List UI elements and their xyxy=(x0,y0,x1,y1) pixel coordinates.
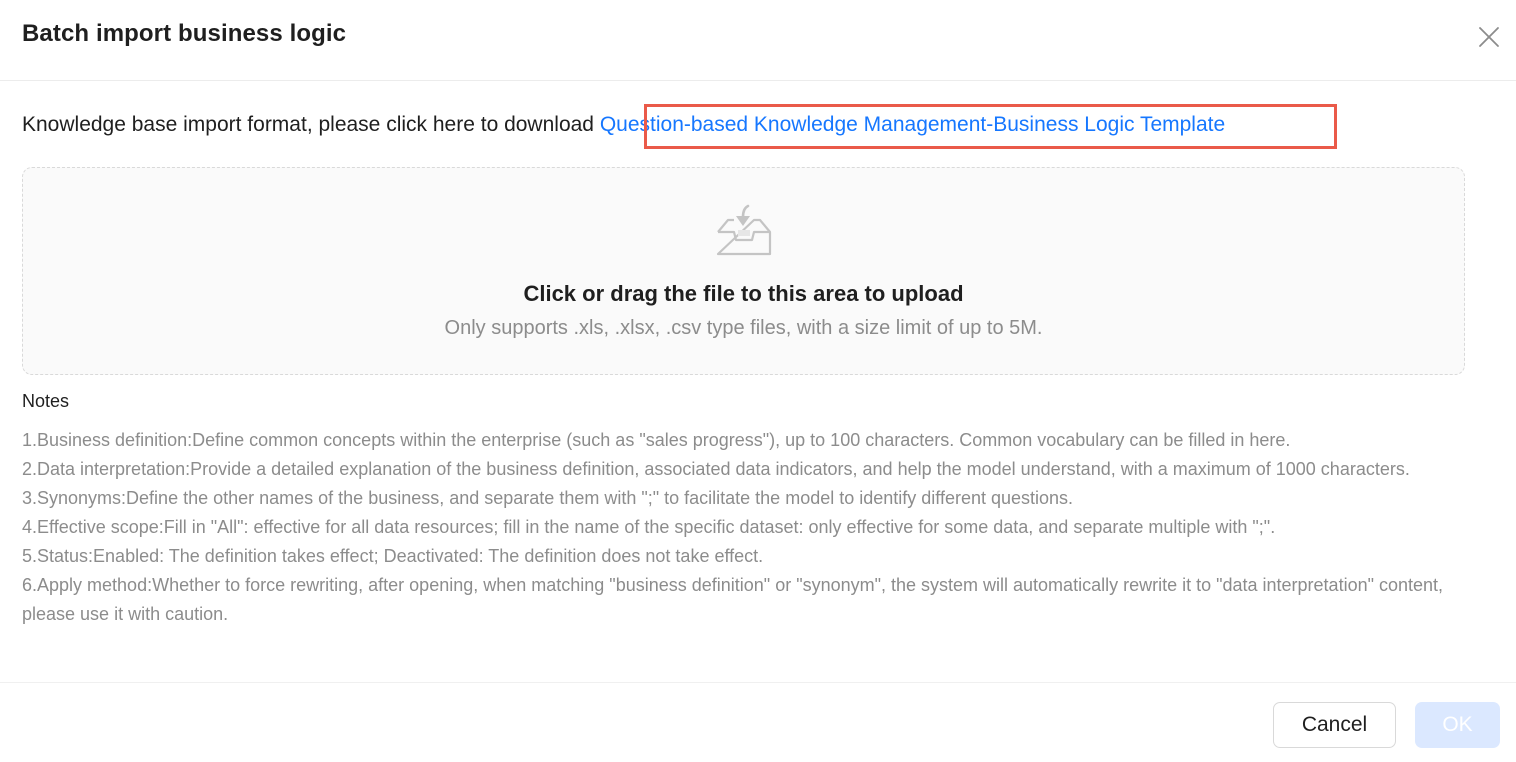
close-icon[interactable] xyxy=(1476,24,1502,50)
cancel-button[interactable]: Cancel xyxy=(1273,702,1396,748)
batch-import-dialog: Batch import business logic Knowledge ba… xyxy=(0,0,1516,762)
notes-title: Notes xyxy=(22,391,70,411)
ok-button[interactable]: OK xyxy=(1415,702,1500,748)
download-instruction: Knowledge base import format, please cli… xyxy=(22,110,1225,140)
note-item: 5.Status:Enabled: The definition takes e… xyxy=(22,546,764,566)
dialog-header: Batch import business logic xyxy=(0,0,1516,81)
note-item: 3.Synonyms:Define the other names of the… xyxy=(22,488,1074,508)
upload-instruction: Click or drag the file to this area to u… xyxy=(523,281,964,306)
inbox-icon xyxy=(716,204,772,256)
download-prefix: Knowledge base import format, please cli… xyxy=(22,113,600,136)
upload-dropzone[interactable]: Click or drag the file to this area to u… xyxy=(22,167,1465,375)
note-item: 6.Apply method:Whether to force rewritin… xyxy=(22,575,1444,624)
dialog-footer: Cancel OK xyxy=(0,682,1516,762)
note-item: 2.Data interpretation:Provide a detailed… xyxy=(22,459,1410,479)
dialog-title: Batch import business logic xyxy=(22,20,347,47)
notes-list: 1.Business definition:Define common conc… xyxy=(22,426,1492,629)
note-item: 1.Business definition:Define common conc… xyxy=(22,430,1291,450)
template-download-link[interactable]: Question-based Knowledge Management-Busi… xyxy=(600,113,1225,136)
upload-hint: Only supports .xls, .xlsx, .csv type fil… xyxy=(444,317,1043,339)
note-item: 4.Effective scope:Fill in "All": effecti… xyxy=(22,517,1276,537)
